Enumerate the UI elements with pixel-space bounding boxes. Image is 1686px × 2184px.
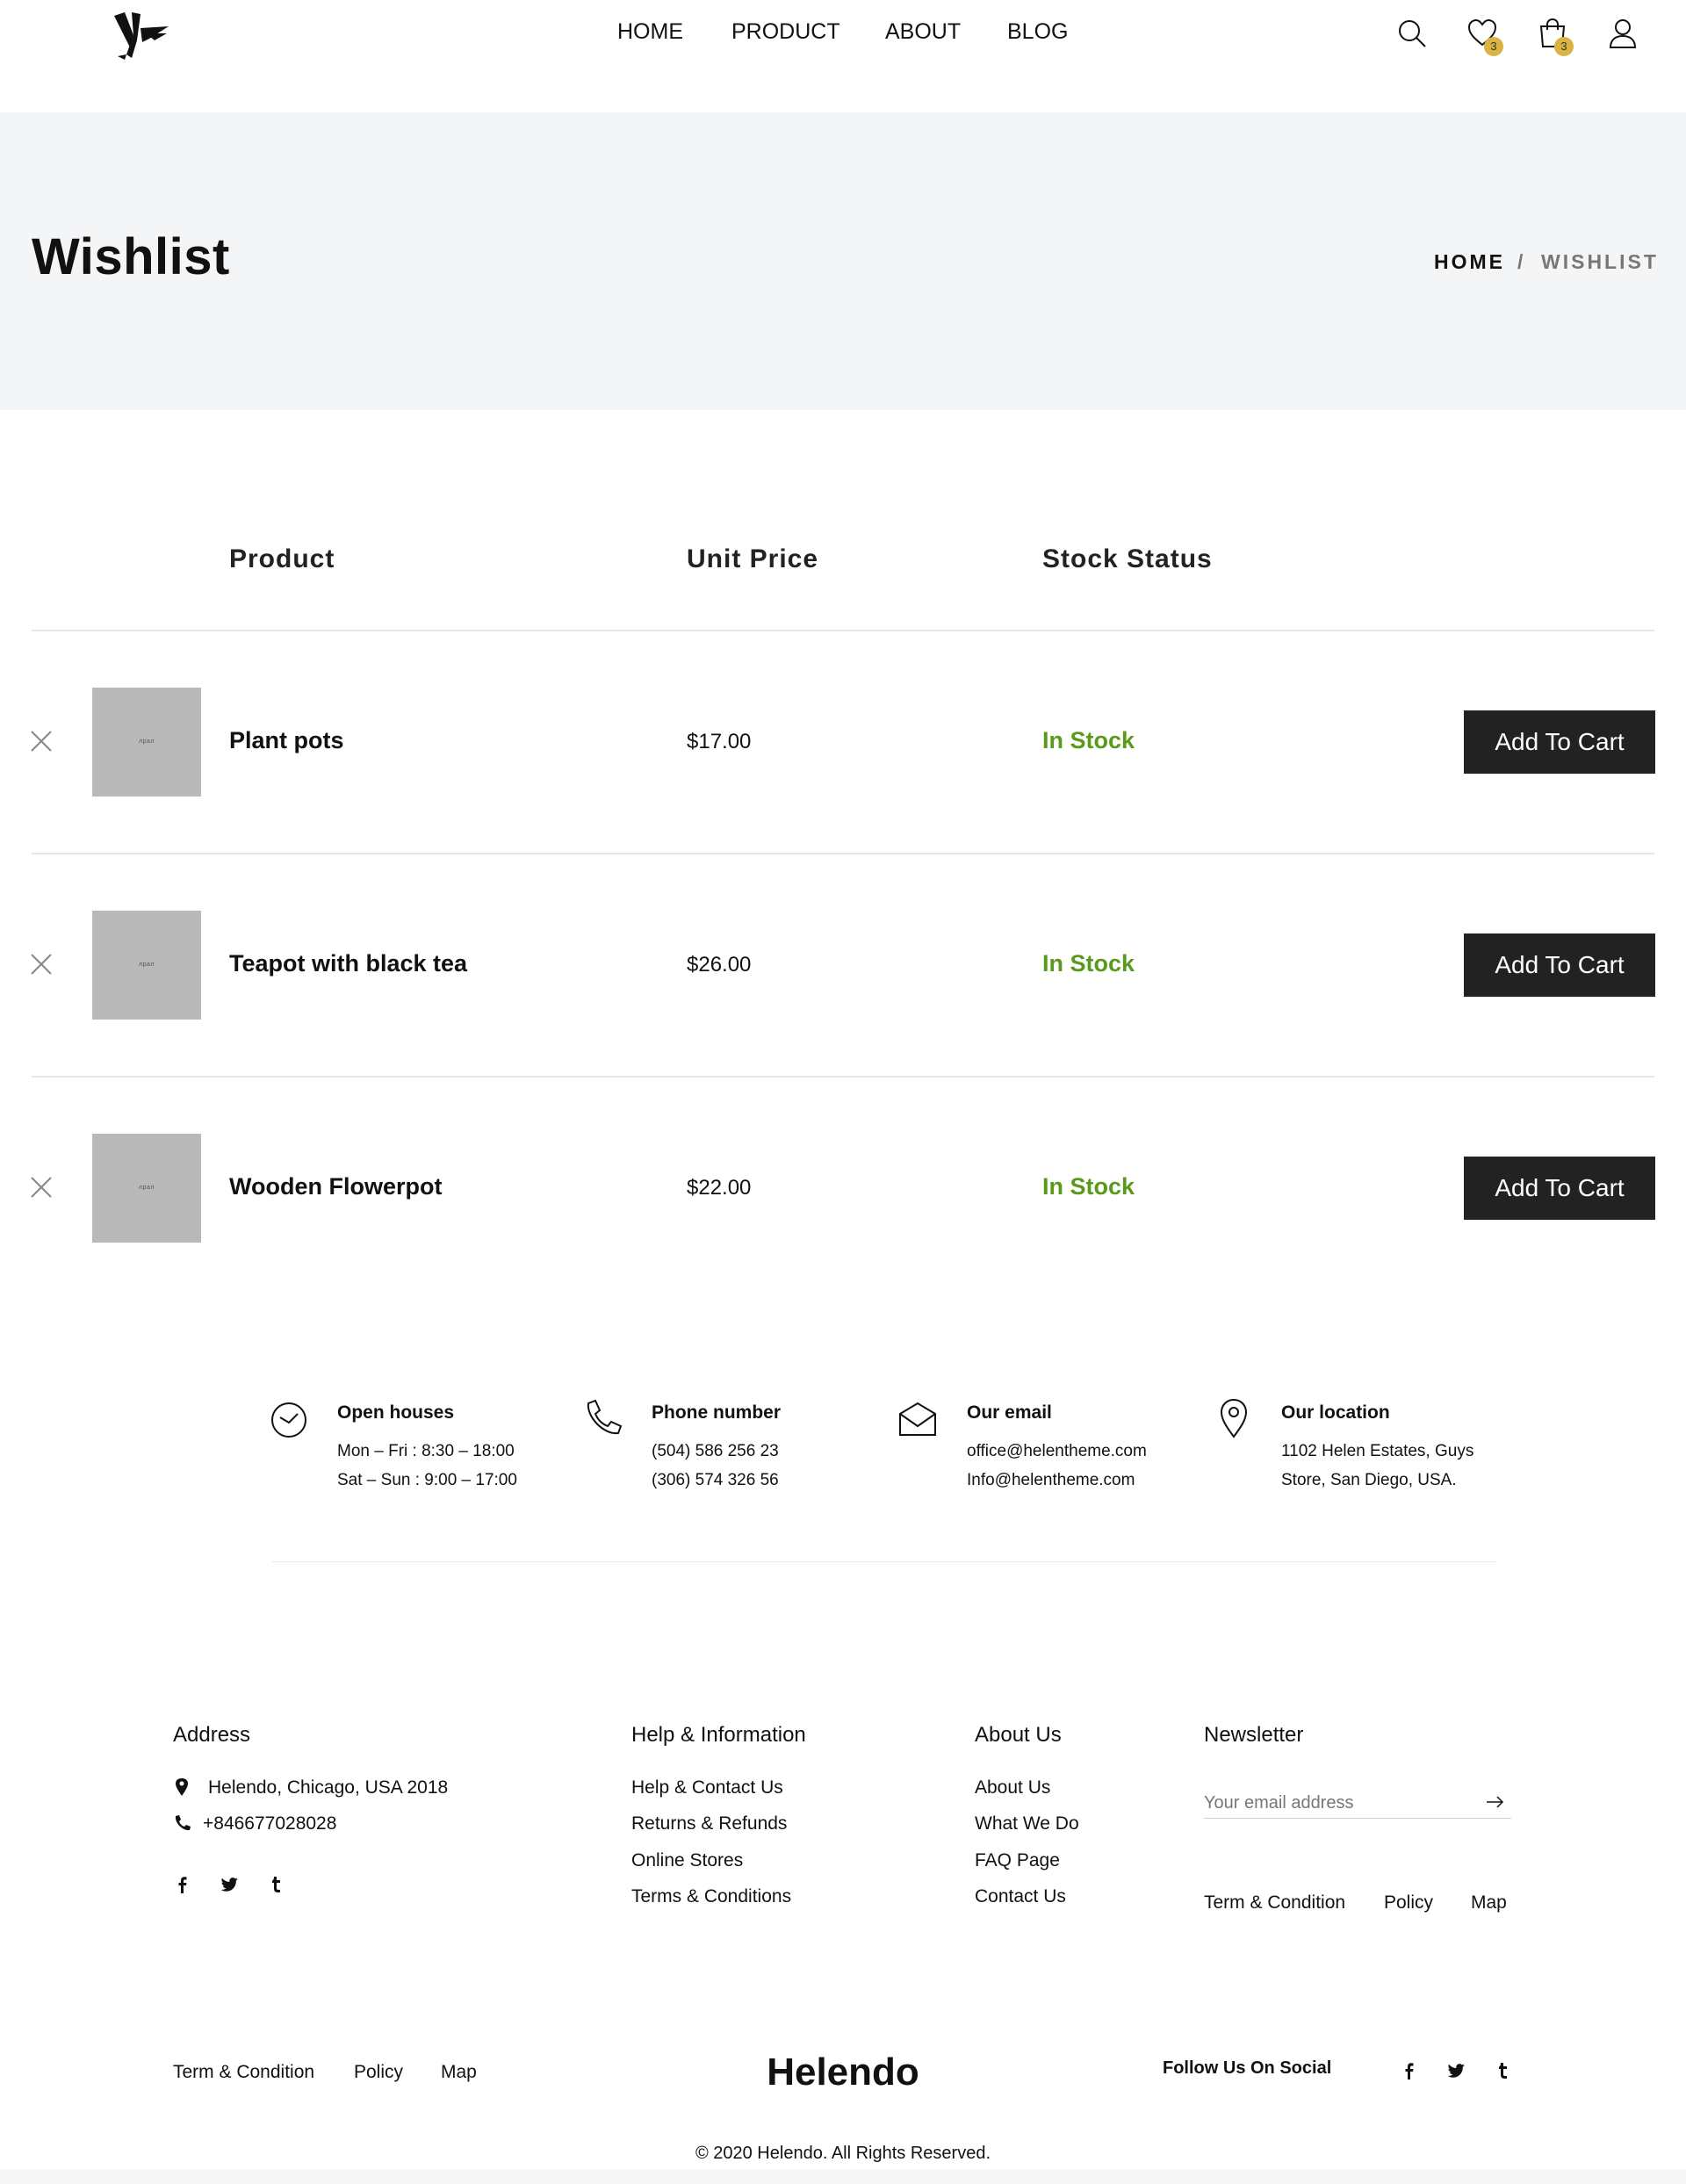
nav-home[interactable]: HOME — [617, 19, 683, 45]
envelope-icon — [899, 1402, 936, 1436]
nav-product[interactable]: PRODUCT — [731, 19, 840, 45]
column-header-product: Product — [229, 544, 335, 573]
thumbnail-text: лрал — [139, 739, 155, 745]
stock-status: In Stock — [1042, 1173, 1135, 1200]
page-title: Wishlist — [32, 228, 230, 285]
arrow-right-icon[interactable] — [1484, 1791, 1505, 1813]
tumblr-icon[interactable] — [1494, 2061, 1513, 2080]
clock-icon — [271, 1402, 306, 1438]
thumbnail-text: лрал — [139, 962, 155, 968]
email-info[interactable]: Info@helentheme.com — [967, 1471, 1135, 1490]
nav-about[interactable]: ABOUT — [885, 19, 961, 45]
address-line: Helendo, Chicago, USA 2018 — [208, 1777, 449, 1798]
address-phone[interactable]: +846677028028 — [203, 1813, 336, 1834]
product-thumbnail[interactable]: лрал — [92, 911, 201, 1020]
about-heading: About Us — [975, 1723, 1062, 1747]
copyright: © 2020 Helendo. All Rights Reserved. — [695, 2144, 991, 2163]
cart-count-badge: 3 — [1554, 37, 1574, 56]
help-heading: Help & Information — [631, 1723, 806, 1747]
contact-us-link[interactable]: Contact Us — [975, 1886, 1066, 1907]
unit-price: $17.00 — [687, 730, 752, 753]
column-header-stock: Stock Status — [1042, 544, 1213, 573]
help-contact-link[interactable]: Help & Contact Us — [631, 1777, 783, 1798]
page-banner: Wishlist HOME / WISHLIST — [0, 112, 1686, 410]
unit-price: $26.00 — [687, 953, 752, 977]
header-divider — [32, 630, 1654, 631]
hours-weekday: Mon – Fri : 8:30 – 18:00 — [337, 1442, 515, 1460]
breadcrumb-current: WISHLIST — [1541, 250, 1659, 273]
about-us-link[interactable]: About Us — [975, 1777, 1050, 1798]
stock-status: In Stock — [1042, 727, 1135, 753]
newsletter-policy-link[interactable]: Policy — [1384, 1892, 1433, 1914]
phone-number-1[interactable]: (504) 586 256 23 — [652, 1442, 779, 1461]
what-we-do-link[interactable]: What We Do — [975, 1813, 1079, 1834]
terms-conditions-link[interactable]: Terms & Conditions — [631, 1886, 791, 1907]
facebook-icon[interactable] — [1400, 2061, 1419, 2080]
newsletter-map-link[interactable]: Map — [1471, 1892, 1507, 1914]
faq-page-link[interactable]: FAQ Page — [975, 1850, 1060, 1871]
twitter-icon[interactable] — [220, 1875, 239, 1894]
footer-divider — [272, 1561, 1497, 1562]
row-divider — [32, 853, 1654, 854]
returns-refunds-link[interactable]: Returns & Refunds — [631, 1813, 787, 1834]
row-divider — [32, 1076, 1654, 1078]
phone-number-2[interactable]: (306) 574 326 56 — [652, 1471, 779, 1490]
location-line-2: Store, San Diego, USA. — [1281, 1471, 1457, 1489]
footer-bottom-band — [0, 2169, 1686, 2184]
hours-weekend: Sat – Sun : 9:00 – 17:00 — [337, 1471, 517, 1489]
unit-price: $22.00 — [687, 1176, 752, 1200]
stock-status: In Stock — [1042, 950, 1135, 977]
email-office[interactable]: office@helentheme.com — [967, 1442, 1147, 1461]
map-pin-icon — [176, 1778, 188, 1796]
facebook-icon[interactable] — [173, 1875, 192, 1894]
follow-social-label: Follow Us On Social — [1163, 2058, 1332, 2078]
phone-icon — [175, 1815, 191, 1831]
site-logo[interactable] — [111, 9, 170, 67]
wishlist-count-badge: 3 — [1484, 37, 1503, 56]
search-icon[interactable] — [1396, 18, 1428, 49]
wishlist-button[interactable]: 3 — [1466, 18, 1503, 60]
site-header: HOME PRODUCT ABOUT BLOG 3 3 — [0, 0, 1686, 112]
product-name[interactable]: Teapot with black tea — [229, 950, 467, 977]
nav-blog[interactable]: BLOG — [1007, 19, 1068, 45]
phone-title: Phone number — [652, 1402, 782, 1423]
address-heading: Address — [173, 1723, 251, 1747]
add-to-cart-button[interactable]: Add To Cart — [1464, 710, 1655, 774]
column-header-price: Unit Price — [687, 544, 819, 573]
remove-icon[interactable] — [29, 729, 54, 753]
product-thumbnail[interactable]: лрал — [92, 688, 201, 796]
newsletter-term-link[interactable]: Term & Condition — [1204, 1892, 1345, 1914]
email-title: Our email — [967, 1402, 1052, 1423]
product-thumbnail[interactable]: лрал — [92, 1134, 201, 1243]
remove-icon[interactable] — [29, 952, 54, 977]
location-title: Our location — [1281, 1402, 1390, 1423]
online-stores-link[interactable]: Online Stores — [631, 1850, 743, 1871]
remove-icon[interactable] — [29, 1175, 54, 1200]
newsletter-email-input[interactable] — [1204, 1789, 1511, 1819]
cart-button[interactable]: 3 — [1537, 18, 1574, 60]
user-icon[interactable] — [1607, 18, 1639, 49]
breadcrumb-home[interactable]: HOME — [1434, 250, 1505, 274]
location-pin-icon — [1220, 1398, 1248, 1438]
footer-brand[interactable]: Helendo — [0, 2051, 1686, 2094]
add-to-cart-button[interactable]: Add To Cart — [1464, 1157, 1655, 1220]
newsletter-heading: Newsletter — [1204, 1723, 1304, 1747]
product-name[interactable]: Plant pots — [229, 727, 344, 754]
twitter-icon[interactable] — [1446, 2061, 1466, 2080]
thumbnail-text: лрал — [139, 1185, 155, 1191]
product-name[interactable]: Wooden Flowerpot — [229, 1173, 442, 1200]
add-to-cart-button[interactable]: Add To Cart — [1464, 933, 1655, 997]
hours-title: Open houses — [337, 1402, 455, 1423]
location-line-1: 1102 Helen Estates, Guys — [1281, 1442, 1474, 1460]
phone-icon — [587, 1399, 623, 1435]
tumblr-icon[interactable] — [267, 1875, 286, 1894]
breadcrumb-separator: / — [1517, 250, 1526, 273]
